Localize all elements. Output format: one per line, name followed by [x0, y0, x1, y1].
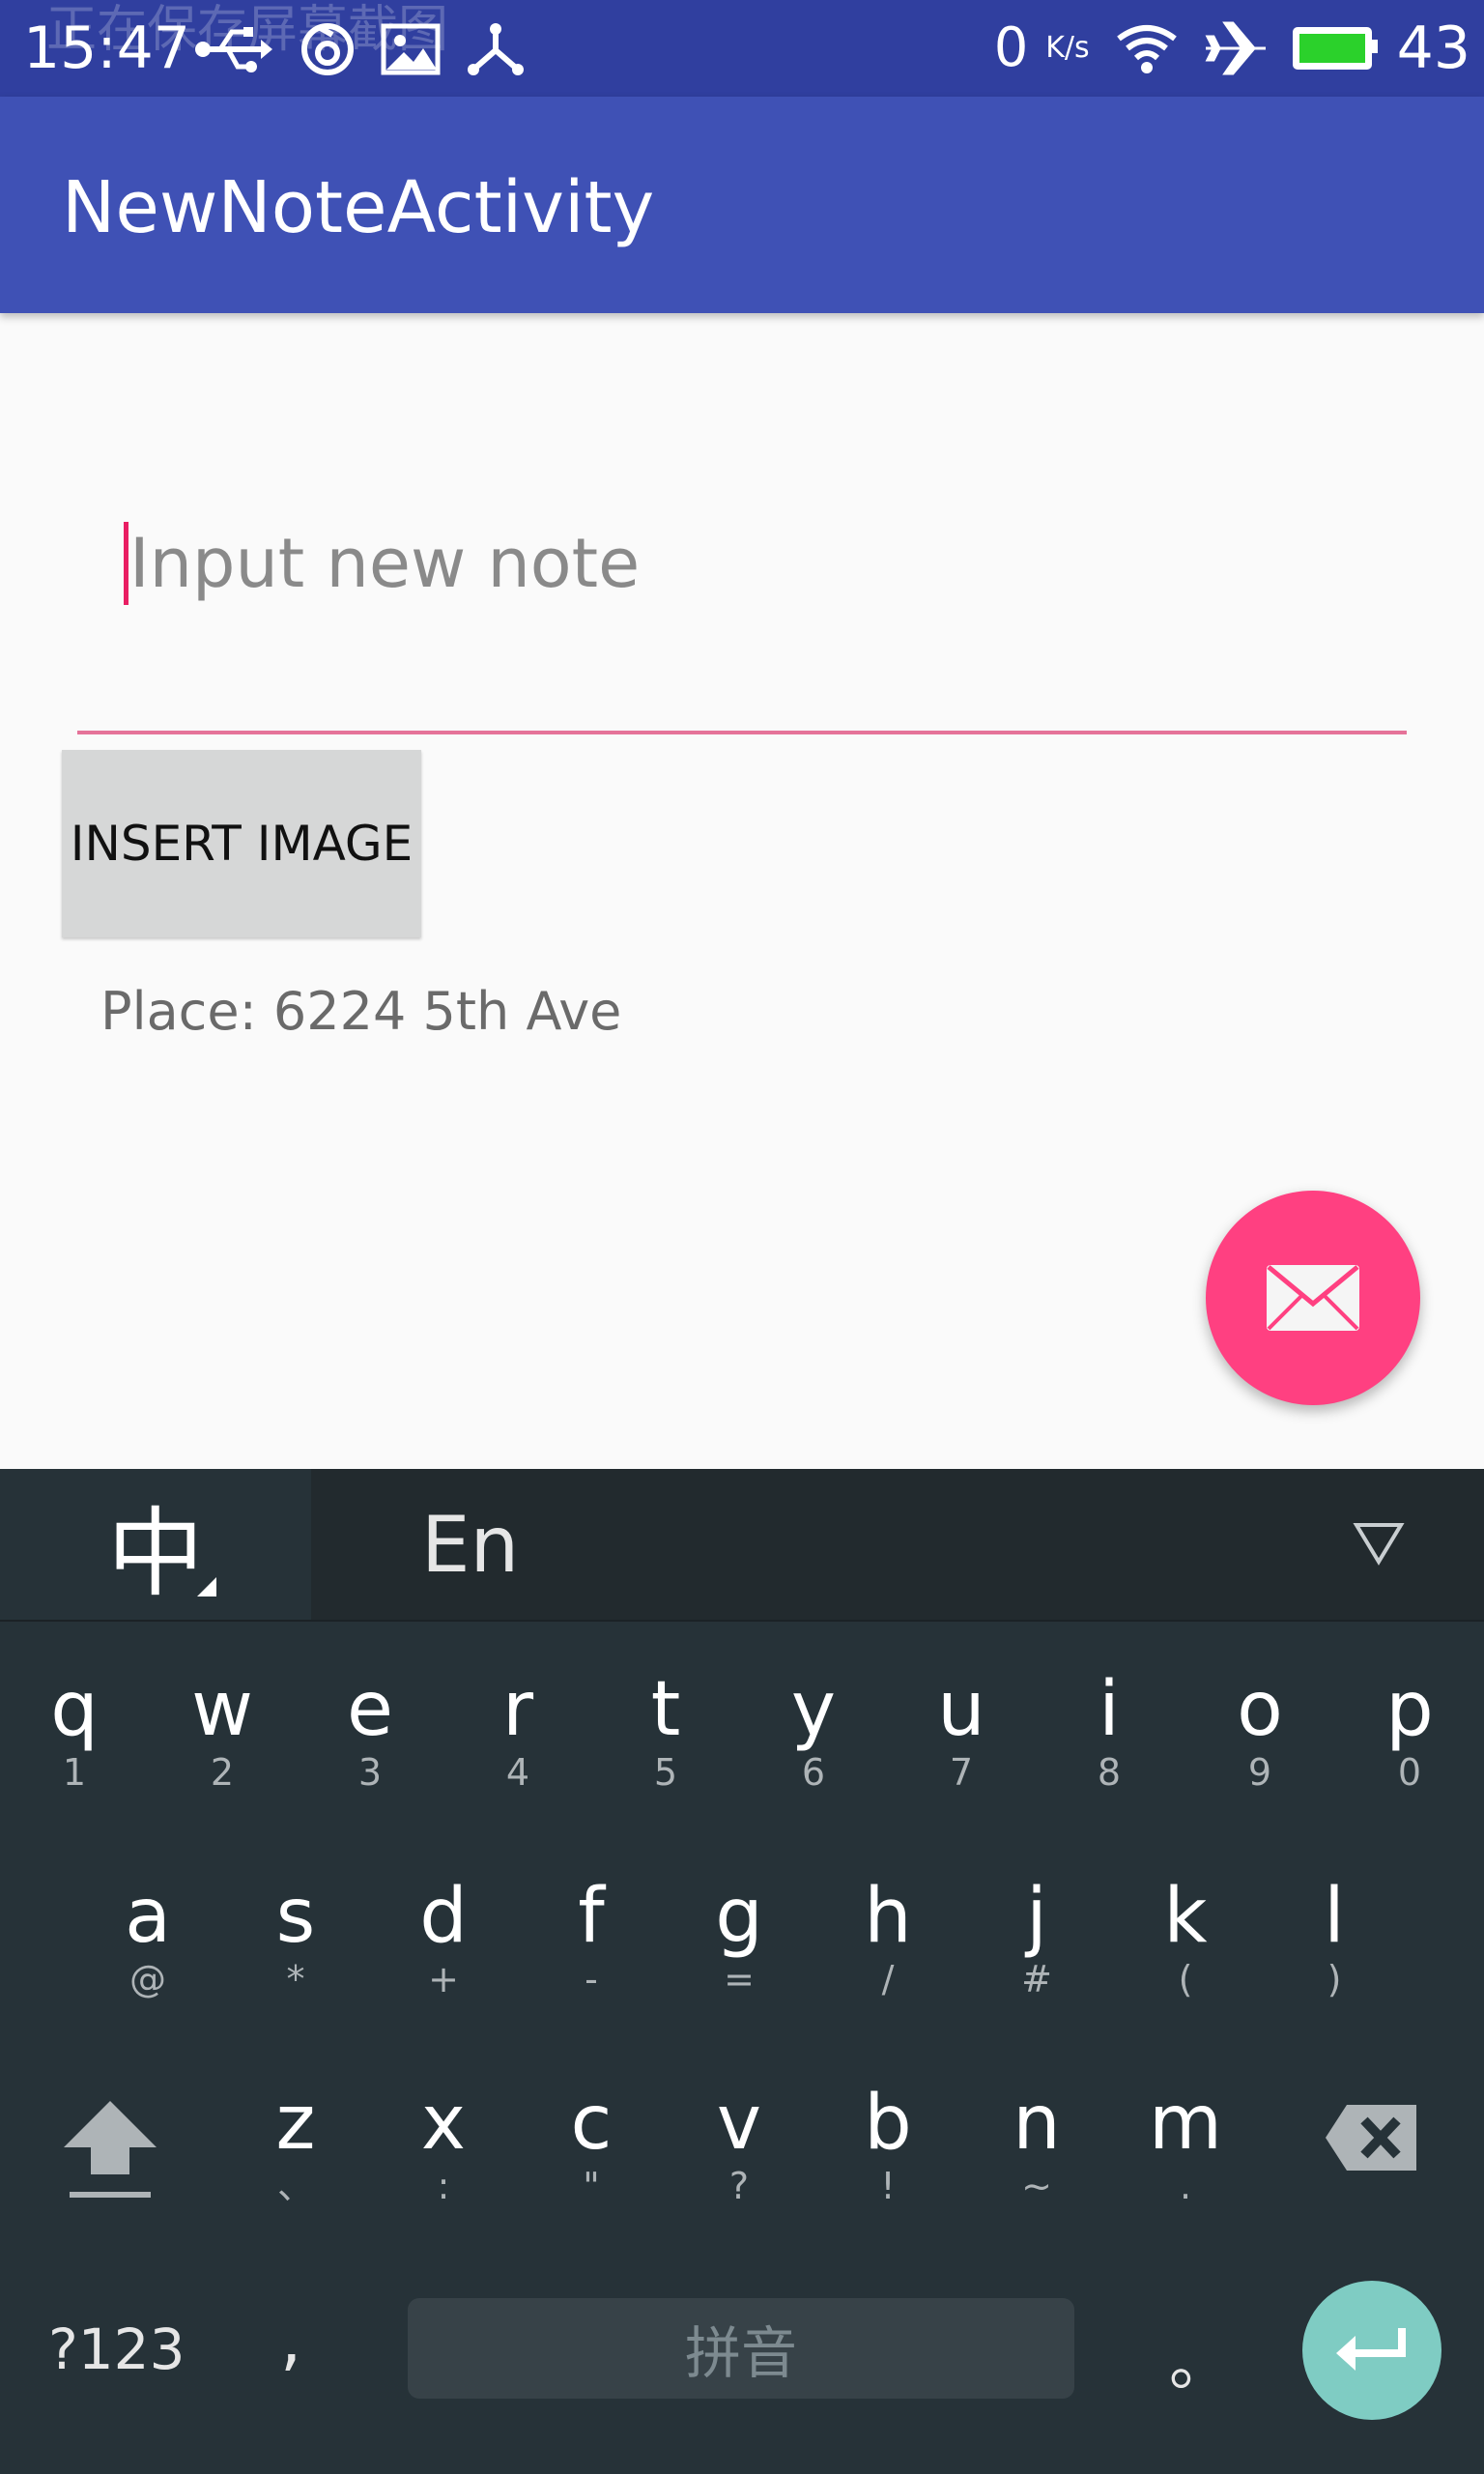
key-x[interactable]: x: [369, 2082, 518, 2207]
page-title: NewNoteActivity [62, 166, 655, 249]
text-cursor [124, 522, 128, 605]
key-s[interactable]: s * [221, 1875, 370, 2000]
key-b[interactable]: b! [813, 2082, 962, 2207]
share-icon [468, 23, 524, 75]
notification-icons [193, 21, 526, 77]
key-l[interactable]: l) [1260, 1875, 1409, 2000]
key-t[interactable]: t5 [591, 1668, 740, 1794]
key-n[interactable]: n ~ [962, 2082, 1111, 2207]
key-j[interactable]: j # [962, 1875, 1111, 2000]
chinese-mode-button[interactable]: 中 [0, 1469, 311, 1620]
key-a[interactable]: a @ [73, 1875, 222, 2000]
key-f[interactable]: f- [517, 1875, 666, 2000]
status-bar: 正在保存屏幕截图 15:47 0 K/s 43 [0, 0, 1484, 97]
mode-corner-icon [197, 1577, 216, 1597]
key-g[interactable]: g = [665, 1875, 813, 2000]
system-icons: 0 K/s 43 [993, 14, 1470, 82]
period-key[interactable]: 。 [1169, 2314, 1231, 2402]
collapse-keyboard-icon[interactable] [1353, 1521, 1405, 1566]
key-i[interactable]: i8 [1035, 1668, 1184, 1794]
key-c[interactable]: c " [517, 2082, 666, 2207]
key-y[interactable]: y6 [739, 1668, 888, 1794]
key-r[interactable]: r4 [443, 1668, 592, 1794]
send-fab-button[interactable] [1206, 1191, 1420, 1405]
enter-arrow-icon [1336, 2328, 1406, 2371]
note-input-placeholder: Input new note [129, 524, 641, 603]
key-z[interactable]: z、 [221, 2082, 370, 2207]
symbols-key[interactable]: ?123 [48, 2316, 186, 2383]
status-time: 15:47 [23, 14, 190, 82]
key-e[interactable]: e3 [296, 1668, 444, 1794]
shift-key-icon[interactable] [60, 2097, 160, 2203]
image-icon [381, 23, 441, 75]
sync-icon [301, 23, 354, 75]
key-q[interactable]: q1 [0, 1668, 149, 1794]
keyboard-toolbar: 中 En [0, 1469, 1484, 1622]
key-v[interactable]: v? [665, 2082, 813, 2207]
key-m[interactable]: m. [1111, 2082, 1260, 2207]
enter-key[interactable] [1302, 2281, 1441, 2420]
english-mode-button[interactable]: En [421, 1502, 519, 1589]
airplane-icon [1205, 21, 1266, 75]
key-k[interactable]: k( [1111, 1875, 1260, 2000]
backspace-key-icon[interactable] [1324, 2103, 1420, 2172]
key-w[interactable]: w2 [148, 1668, 297, 1794]
comma-key[interactable]: , [280, 2300, 301, 2379]
usb-icon [195, 27, 272, 72]
space-key[interactable]: 拼音 [408, 2298, 1074, 2399]
network-speed: 0 K/s [993, 16, 1090, 79]
key-u[interactable]: u7 [887, 1668, 1036, 1794]
battery-icon [1292, 27, 1378, 70]
note-input[interactable]: Input new note [77, 493, 1407, 734]
app-bar: NewNoteActivity [0, 97, 1484, 313]
key-h[interactable]: h / [813, 1875, 962, 2000]
key-p[interactable]: p0 [1335, 1668, 1484, 1794]
wifi-icon [1116, 25, 1177, 73]
chinese-mode-label: 中 [107, 1496, 204, 1610]
mail-icon [1267, 1265, 1359, 1331]
key-o[interactable]: o9 [1185, 1668, 1334, 1794]
place-label: Place: 6224 5th Ave [100, 981, 622, 1042]
battery-level: 43 [1396, 14, 1470, 82]
insert-image-button[interactable]: INSERT IMAGE [62, 750, 421, 937]
key-d[interactable]: d + [369, 1875, 518, 2000]
